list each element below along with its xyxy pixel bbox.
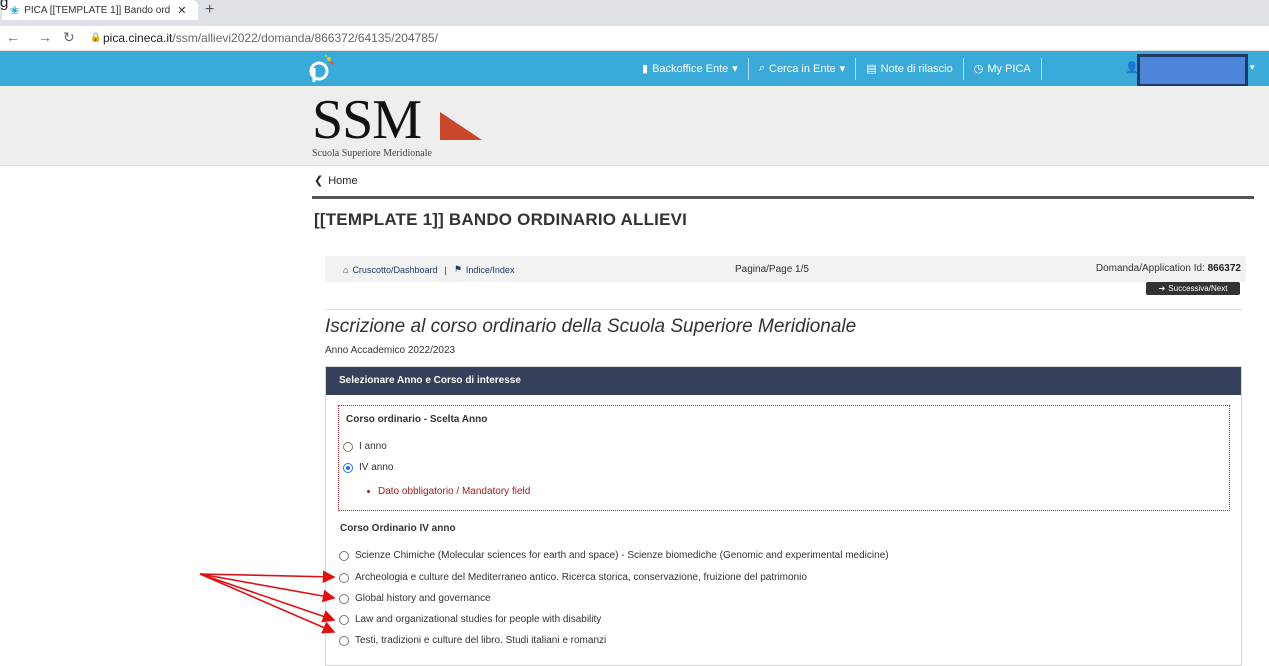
annotation-arrow (199, 573, 336, 603)
annotation-arrow (199, 570, 336, 584)
annotation-arrow (199, 573, 336, 623)
annotation-arrows (199, 570, 336, 634)
annotation-arrow (199, 573, 336, 634)
